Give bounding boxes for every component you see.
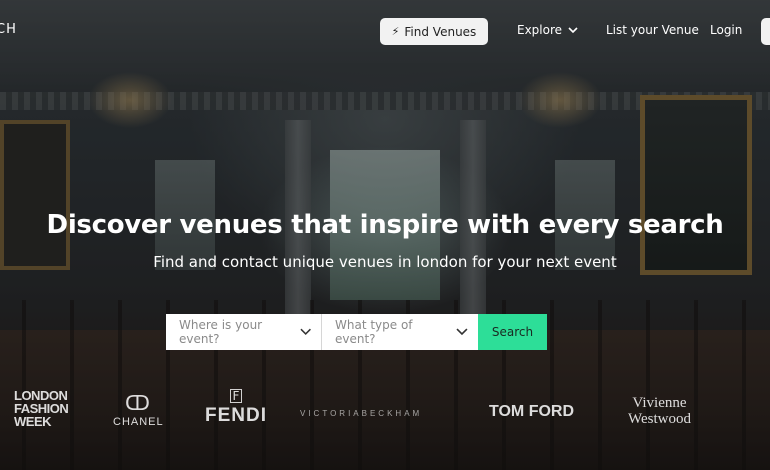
client-logos: LONDON FASHION WEEK ↀ CHANEL F FENDI VIC… <box>0 385 770 445</box>
signup-button[interactable] <box>761 18 770 45</box>
chevron-down-icon <box>456 328 468 336</box>
search-bar: Where is your event? What type of event?… <box>166 314 547 350</box>
chanel-logo: CHANEL <box>113 416 164 428</box>
login-link[interactable]: Login <box>710 23 742 37</box>
london-fashion-week-logo: LONDON FASHION WEEK <box>14 389 69 429</box>
chevron-down-icon <box>568 26 578 33</box>
where-select[interactable]: Where is your event? <box>166 314 322 350</box>
tom-ford-logo: TOM FORD <box>489 403 575 420</box>
vivienne-westwood-logo: Vivienne Westwood <box>628 395 691 427</box>
event-type-select[interactable]: What type of event? <box>322 314 478 350</box>
hero-subtitle: Find and contact unique venues in london… <box>153 253 617 271</box>
explore-menu[interactable]: Explore <box>517 23 578 37</box>
logo-text: Vivienne <box>632 395 687 411</box>
logo-text: WEEK <box>14 414 52 429</box>
find-venues-label: Find Venues <box>404 24 477 39</box>
fendi-ff-icon: F <box>230 389 242 403</box>
chanel-cc-icon: ↀ <box>125 391 150 415</box>
where-placeholder: Where is your event? <box>179 318 263 346</box>
bolt-icon: ⚡ <box>391 25 400 38</box>
find-venues-button[interactable]: ⚡ Find Venues <box>380 18 488 45</box>
explore-label: Explore <box>517 23 563 37</box>
chevron-down-icon <box>300 328 311 335</box>
search-button[interactable]: Search <box>478 314 547 350</box>
fendi-logo: FENDI <box>205 405 267 426</box>
logo-text: Westwood <box>628 411 691 427</box>
hero-title: Discover venues that inspire with every … <box>46 210 724 240</box>
victoria-beckham-logo: VICTORIABECKHAM <box>300 409 423 418</box>
brand-logo[interactable]: CH <box>0 22 17 37</box>
type-placeholder: What type of event? <box>335 318 413 346</box>
list-your-venue-link[interactable]: List your Venue <box>606 23 699 37</box>
